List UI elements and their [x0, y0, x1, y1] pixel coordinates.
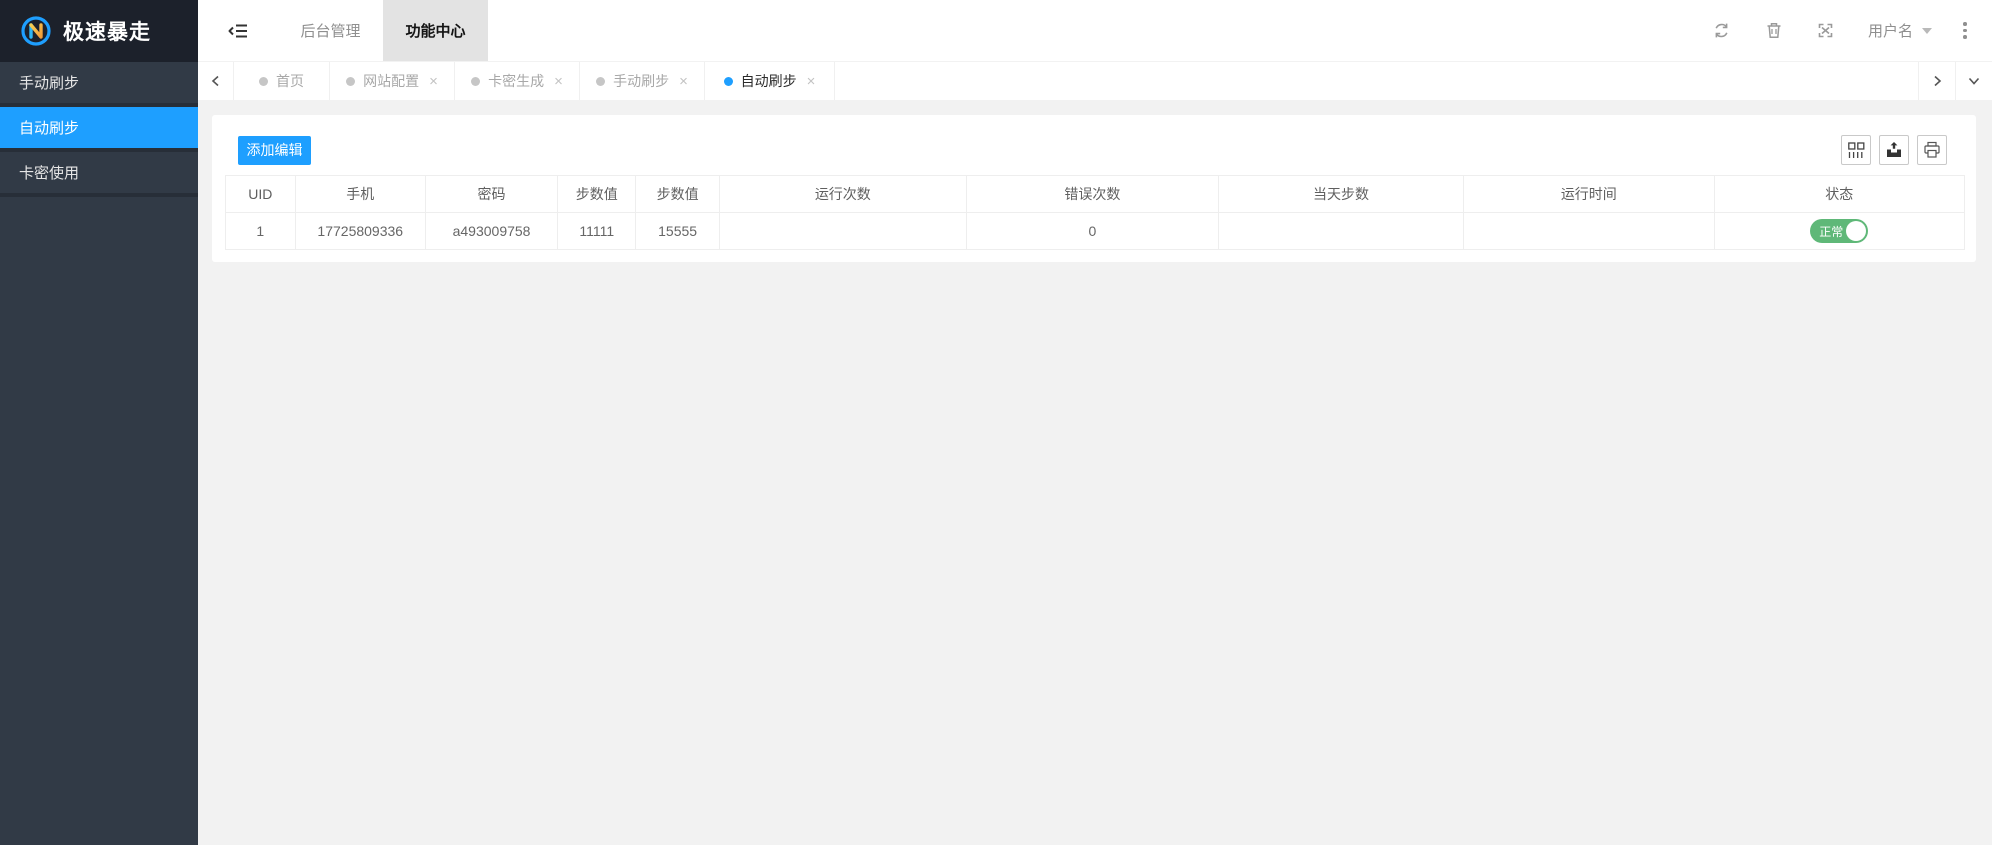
sidebar-item-auto-steps[interactable]: 自动刷步 — [0, 107, 198, 152]
tab-site-config[interactable]: 网站配置 × — [330, 62, 455, 100]
column-header-error-count: 错误次数 — [965, 175, 1219, 213]
cell-error-count: 0 — [965, 212, 1219, 250]
table-tool-icons — [1841, 135, 1947, 165]
tab-dot — [723, 76, 733, 86]
tab-manual-steps[interactable]: 手动刷步 × — [580, 62, 705, 100]
tab-dot — [259, 76, 268, 86]
app-logo: 极速暴走 — [0, 0, 198, 62]
tab-card-generate[interactable]: 卡密生成 × — [455, 62, 580, 100]
main-area: 后台管理 功能中心 用户名 首页 网站配置 × 卡密生成 × 手动刷步 × 自动… — [198, 0, 1992, 845]
nav-item-backend-admin[interactable]: 后台管理 — [278, 0, 383, 61]
tab-bar: 首页 网站配置 × 卡密生成 × 手动刷步 × 自动刷步 × — [198, 62, 1992, 100]
tab-dot — [471, 76, 481, 86]
sidebar-item-card-usage[interactable]: 卡密使用 — [0, 152, 198, 197]
header-nav: 后台管理 功能中心 — [278, 0, 488, 61]
column-header-uid: UID — [225, 175, 296, 213]
tab-close-icon[interactable]: × — [679, 74, 688, 89]
data-table: UID 手机 密码 步数值 步数值 运行次数 错误次数 当天步数 运行时间 状态 — [225, 175, 1966, 250]
refresh-icon[interactable] — [1696, 0, 1748, 61]
cell-phone: 17725809336 — [294, 212, 426, 250]
tab-close-icon[interactable]: × — [554, 74, 563, 89]
fullscreen-icon[interactable] — [1800, 0, 1852, 61]
app-title: 极速暴走 — [63, 21, 151, 44]
print-icon[interactable] — [1917, 135, 1947, 165]
column-header-today-steps: 当天步数 — [1217, 175, 1465, 213]
cell-today-steps — [1217, 212, 1465, 250]
export-icon[interactable] — [1879, 135, 1909, 165]
tab-auto-steps[interactable]: 自动刷步 × — [705, 62, 835, 100]
nav-item-label: 功能中心 — [405, 23, 466, 40]
tab-label: 自动刷步 — [740, 73, 797, 89]
tab-label: 手动刷步 — [613, 73, 670, 89]
content-area: 添加编辑 UID 手机 密码 步数值 步数值 运行次数 错误次数 当天步数 运行… — [198, 100, 1992, 845]
header: 后台管理 功能中心 用户名 — [198, 0, 1992, 62]
recycle-bin-icon[interactable] — [1748, 0, 1800, 61]
app-window: 极速暴走 手动刷步 自动刷步 卡密使用 后台管理 功能中心 用户名 首页 网站配… — [0, 0, 1992, 845]
columns-filter-icon[interactable] — [1841, 135, 1871, 165]
cell-step-value-2: 15555 — [635, 212, 720, 250]
cell-password: a493009758 — [424, 212, 559, 250]
nav-item-label: 后台管理 — [300, 23, 361, 40]
sidebar-item-manual-steps[interactable]: 手动刷步 — [0, 62, 198, 107]
collapse-sidebar-icon[interactable] — [198, 0, 278, 61]
cell-status: 正常 — [1713, 212, 1966, 250]
tab-label: 网站配置 — [363, 73, 420, 89]
column-header-run-time: 运行时间 — [1463, 175, 1715, 213]
status-label: 正常 — [1819, 224, 1844, 239]
tab-close-icon[interactable]: × — [807, 74, 816, 89]
table-card: 添加编辑 UID 手机 密码 步数值 步数值 运行次数 错误次数 当天步数 运行… — [212, 115, 1976, 262]
add-edit-button[interactable]: 添加编辑 — [238, 135, 311, 165]
card-toolbar: 添加编辑 — [212, 115, 1976, 165]
sidebar-item-label: 自动刷步 — [19, 120, 80, 137]
cell-step-value-1: 11111 — [557, 212, 637, 250]
column-header-step-value-2: 步数值 — [635, 175, 720, 213]
column-header-status: 状态 — [1713, 175, 1966, 213]
column-header-run-count: 运行次数 — [718, 175, 967, 213]
sidebar: 极速暴走 手动刷步 自动刷步 卡密使用 — [0, 0, 198, 845]
tab-home[interactable]: 首页 — [234, 62, 330, 100]
column-header-phone: 手机 — [294, 175, 426, 213]
tab-label: 首页 — [276, 73, 304, 89]
table-header-row: UID 手机 密码 步数值 步数值 运行次数 错误次数 当天步数 运行时间 状态 — [225, 175, 1966, 213]
sidebar-menu: 手动刷步 自动刷步 卡密使用 — [0, 62, 198, 197]
cell-run-count — [718, 212, 967, 250]
more-vertical-icon[interactable] — [1948, 0, 1982, 61]
status-toggle-knob — [1846, 221, 1867, 241]
brand-logo-icon — [20, 15, 52, 47]
column-header-step-value-1: 步数值 — [557, 175, 637, 213]
username-label: 用户名 — [1867, 23, 1913, 40]
tab-menu-chevron-down-icon[interactable] — [1955, 62, 1992, 100]
tab-label: 卡密生成 — [488, 73, 545, 89]
tab-close-icon[interactable]: × — [429, 74, 438, 89]
nav-item-function-center[interactable]: 功能中心 — [383, 0, 488, 61]
chevron-down-icon — [1922, 27, 1932, 34]
sidebar-item-label: 手动刷步 — [19, 75, 80, 92]
table-row: 1 17725809336 a493009758 11111 15555 0 正… — [225, 212, 1966, 250]
column-header-password: 密码 — [424, 175, 559, 213]
user-menu[interactable]: 用户名 — [1852, 0, 1948, 61]
cell-uid: 1 — [225, 212, 296, 250]
tab-scroll-right-icon[interactable] — [1918, 62, 1955, 100]
status-toggle[interactable]: 正常 — [1810, 219, 1869, 243]
cell-run-time — [1463, 212, 1715, 250]
sidebar-item-label: 卡密使用 — [19, 165, 80, 182]
tab-dot — [346, 76, 356, 86]
header-right-actions: 用户名 — [1696, 0, 1992, 61]
tab-bar-controls — [1918, 62, 1992, 100]
tab-dot — [596, 76, 606, 86]
tab-scroll-left-icon[interactable] — [198, 62, 234, 100]
